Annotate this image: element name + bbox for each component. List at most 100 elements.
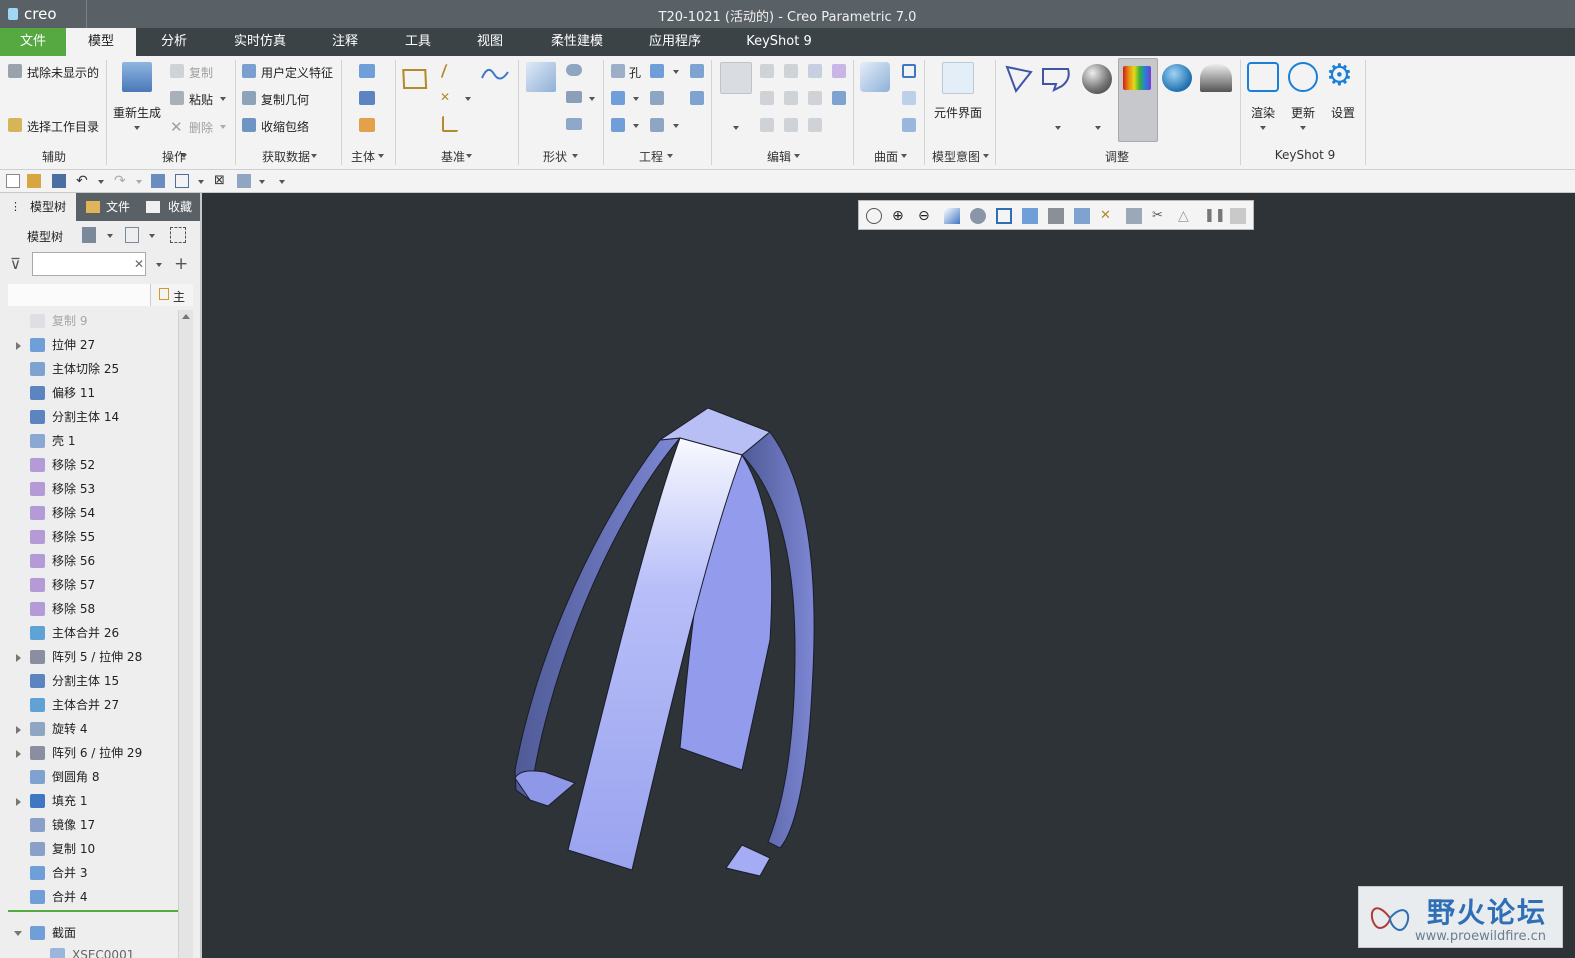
component-interface-button[interactable]: 元件界面 (934, 104, 982, 121)
group-label-operations[interactable]: 操作 (150, 148, 198, 165)
datum-plane-icon[interactable] (400, 66, 434, 92)
extend-icon[interactable] (784, 64, 798, 78)
show-dropdown-icon[interactable] (149, 234, 155, 238)
render-dropdown-icon[interactable] (1260, 126, 1266, 130)
display-style-icon[interactable] (970, 208, 986, 224)
regenerate-quick-icon[interactable] (151, 174, 165, 188)
datum-dropdown-icon[interactable] (466, 154, 472, 158)
operations-dropdown-icon[interactable] (181, 154, 187, 158)
wrap-icon[interactable] (784, 118, 798, 132)
tab-annotate[interactable]: 注释 (318, 28, 372, 56)
shrinkwrap-button[interactable]: 收缩包络 (261, 118, 309, 135)
round-dropdown-icon[interactable] (673, 70, 679, 74)
paste-dropdown-icon[interactable] (220, 97, 226, 101)
tree-insert-indicator[interactable] (8, 910, 178, 912)
redo-dropdown-icon[interactable] (136, 180, 142, 184)
environment-icon[interactable] (1200, 64, 1232, 92)
pattern-icon[interactable] (611, 118, 625, 132)
update-button[interactable]: 更新 (1291, 104, 1315, 121)
expand-arrow-icon[interactable] (16, 342, 21, 350)
chamfer-icon[interactable] (611, 91, 625, 105)
blend-icon[interactable] (566, 118, 582, 130)
teapot-icon[interactable] (1162, 64, 1192, 92)
engineering-dropdown-icon[interactable] (667, 154, 673, 158)
pattern-dropdown-icon[interactable] (633, 124, 639, 128)
tab-model[interactable]: 模型 (66, 28, 136, 56)
tree-item[interactable]: 移除 57 (0, 574, 178, 596)
tree-item[interactable]: 填充 1 (0, 790, 178, 812)
tab-model-tree[interactable]: ⋮ 模型树 (0, 193, 76, 221)
solidify-icon[interactable] (832, 91, 846, 105)
surface-dropdown-icon[interactable] (901, 154, 907, 158)
expand-arrow-icon[interactable] (16, 798, 21, 806)
expand-arrow-icon[interactable] (16, 654, 21, 662)
tree-item[interactable]: 分割主体 14 (0, 406, 178, 428)
group-label-engineering[interactable]: 工程 (636, 148, 666, 165)
open-folder-icon[interactable] (27, 174, 41, 188)
erase-not-displayed-button[interactable]: 拭除未显示的 (27, 64, 99, 81)
saved-orientations-icon[interactable] (996, 208, 1012, 224)
coordinate-system-icon[interactable] (442, 116, 458, 132)
tree-item[interactable]: 阵列 6 / 拉伸 29 (0, 742, 178, 764)
tab-applications[interactable]: 应用程序 (636, 28, 714, 56)
tree-item[interactable]: 主体切除 25 (0, 358, 178, 380)
update-icon[interactable] (1288, 62, 1318, 92)
tree-item[interactable]: 移除 58 (0, 598, 178, 620)
settings-button[interactable]: 设置 (1331, 104, 1355, 121)
group-label-body[interactable]: 主体 (348, 148, 378, 165)
annotation-display-icon[interactable] (1126, 208, 1142, 224)
delete-button[interactable]: 删除 (189, 119, 213, 136)
tab-view[interactable]: 视图 (464, 28, 516, 56)
tree-scrollbar[interactable] (178, 310, 193, 958)
close-window-icon[interactable]: ⊠ (214, 174, 228, 188)
tree-item[interactable]: 移除 53 (0, 478, 178, 500)
tree-item[interactable]: 移除 56 (0, 550, 178, 572)
material-sphere-icon[interactable] (1082, 64, 1112, 94)
update-dropdown-icon[interactable] (1300, 126, 1306, 130)
rib-icon[interactable] (690, 64, 704, 78)
redo-icon[interactable]: ↷ (114, 174, 128, 188)
tab-analysis[interactable]: 分析 (146, 28, 202, 56)
undo-icon[interactable]: ↶ (76, 174, 90, 188)
shape-dropdown-icon[interactable] (572, 154, 578, 158)
round-icon[interactable] (650, 64, 664, 78)
remove-icon[interactable] (808, 118, 822, 132)
tree-item[interactable]: 偏移 11 (0, 382, 178, 404)
freestyle-icon[interactable] (860, 62, 890, 92)
tree-search-input[interactable] (32, 252, 146, 276)
tree-item[interactable]: 主体合并 27 (0, 694, 178, 716)
repaint-icon[interactable] (944, 208, 960, 224)
offset-icon[interactable] (784, 91, 798, 105)
tree-column-header[interactable]: 主表 (150, 284, 193, 306)
group-label-datum[interactable]: 基准 (438, 148, 468, 165)
render-button[interactable]: 渲染 (1251, 104, 1275, 121)
datum-display-icon[interactable]: ✕ (1100, 208, 1116, 224)
gear-icon[interactable]: ⚙ (1326, 58, 1353, 93)
user-defined-feature-button[interactable]: 用户定义特征 (261, 64, 333, 81)
tree-item[interactable]: 主体合并 26 (0, 622, 178, 644)
tree-item[interactable]: 合并 4 (0, 886, 178, 908)
expand-arrow-icon[interactable] (16, 726, 21, 734)
sketch-icon[interactable] (480, 64, 510, 86)
tree-settings-dropdown-icon[interactable] (107, 234, 113, 238)
clear-search-icon[interactable]: ✕ (134, 257, 144, 271)
group-label-model-intent[interactable]: 模型意图 (928, 148, 984, 165)
mirror-icon[interactable] (760, 64, 774, 78)
save-icon[interactable] (52, 174, 66, 188)
edit-pattern-icon[interactable] (720, 62, 752, 94)
datum-axis-icon[interactable] (440, 64, 458, 78)
appearance-icon[interactable]: △ (1178, 208, 1194, 224)
perspective-view-icon[interactable] (1048, 208, 1064, 224)
add-column-icon[interactable]: + (174, 254, 188, 274)
tab-flexible-modeling[interactable]: 柔性建模 (538, 28, 616, 56)
tab-keyshot[interactable]: KeyShot 9 (734, 28, 824, 56)
scroll-up-icon[interactable] (182, 314, 190, 319)
section-icon[interactable] (1074, 208, 1090, 224)
stop-icon[interactable] (1230, 208, 1246, 224)
fill-icon[interactable] (902, 64, 916, 78)
windows-icon[interactable] (175, 174, 189, 188)
merge-icon[interactable] (760, 91, 774, 105)
group-label-get-data[interactable]: 获取数据 (258, 148, 314, 165)
get-data-dropdown-icon[interactable] (311, 154, 317, 158)
select-working-directory-button[interactable]: 选择工作目录 (27, 118, 99, 135)
